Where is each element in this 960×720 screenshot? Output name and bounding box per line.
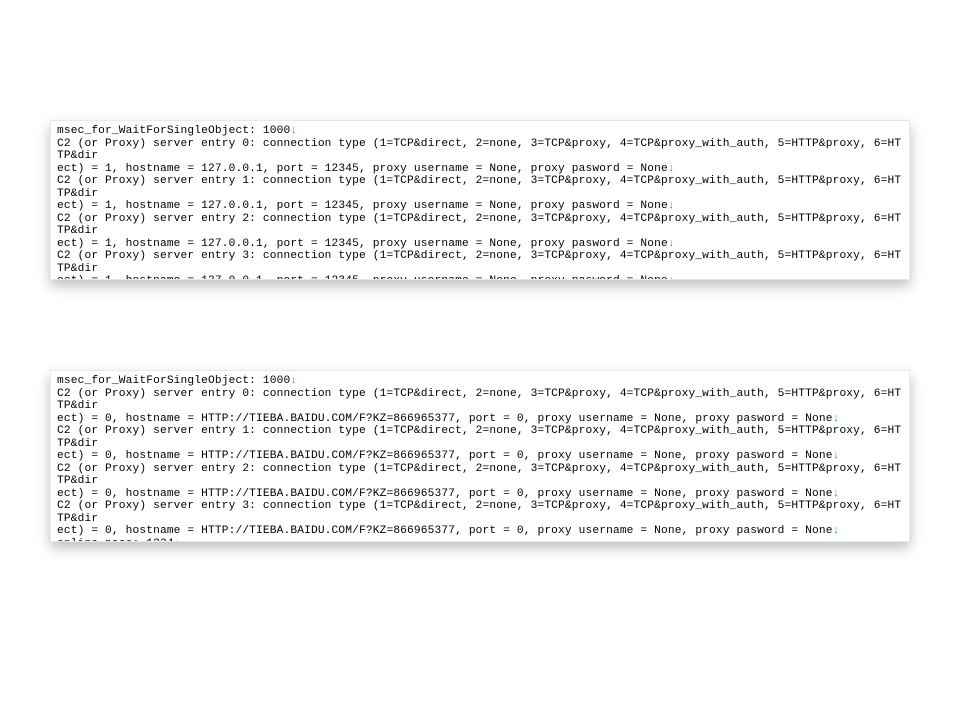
config-dump-block-1: msec_for_WaitForSingleObject: 1000↓ C2 (…: [50, 120, 910, 280]
config-dump-text-2: msec_for_WaitForSingleObject: 1000↓ C2 (…: [57, 375, 903, 542]
config-dump-block-2: msec_for_WaitForSingleObject: 1000↓ C2 (…: [50, 370, 910, 542]
config-dump-text-1: msec_for_WaitForSingleObject: 1000↓ C2 (…: [57, 125, 903, 280]
